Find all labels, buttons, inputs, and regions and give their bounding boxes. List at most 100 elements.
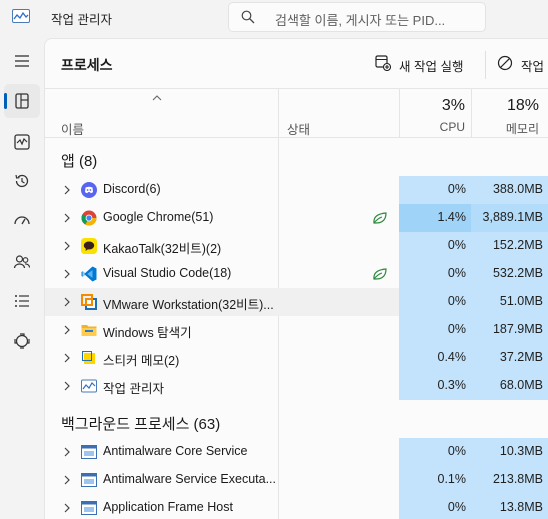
- process-row[interactable]: Windows 탐색기 0% 187.9MB: [45, 316, 548, 344]
- window-title: 작업 관리자: [51, 13, 112, 27]
- process-row[interactable]: 작업 관리자 0.3% 68.0MB: [45, 372, 548, 400]
- discord-icon: [81, 182, 97, 198]
- toolbar-separator: [485, 51, 486, 79]
- end-task-label: 작업: [521, 60, 545, 74]
- cpu-cell: 0%: [399, 260, 471, 288]
- process-row[interactable]: Discord(6) 0% 388.0MB: [45, 176, 548, 204]
- app-history-icon: [15, 174, 29, 188]
- navigation-pane: [0, 36, 44, 519]
- active-indicator: [4, 93, 7, 109]
- process-row[interactable]: Visual Studio Code(18) 0% 532.2MB: [45, 260, 548, 288]
- process-name: Antimalware Service Executa...: [103, 472, 276, 486]
- cpu-cell: 0%: [399, 494, 471, 519]
- group-header-background: 백그라운드 프로세스 (63): [61, 416, 221, 433]
- cpu-value: 0%: [447, 322, 466, 336]
- cpu-total-percent[interactable]: 3%: [399, 97, 465, 115]
- chevron-right-icon[interactable]: [63, 269, 71, 279]
- efficiency-mode-leaf-icon: [373, 268, 387, 280]
- cpu-cell: 0.4%: [399, 344, 471, 372]
- run-new-task-label: 새 작업 실행: [399, 60, 464, 74]
- title-bar: 작업 관리자 검색할 이름, 게시자 또는 PID...: [0, 0, 548, 36]
- cpu-cell: 0.3%: [399, 372, 471, 400]
- cpu-cell: 0%: [399, 316, 471, 344]
- chevron-right-icon[interactable]: [63, 241, 71, 251]
- nav-services[interactable]: [4, 324, 40, 358]
- memory-total-percent[interactable]: 18%: [471, 97, 539, 115]
- startup-apps-icon: [14, 216, 30, 225]
- cpu-cell: 0%: [399, 232, 471, 260]
- process-row[interactable]: KakaoTalk(32비트)(2) 0% 152.2MB: [45, 232, 548, 260]
- memory-value: 37.2MB: [499, 350, 543, 364]
- memory-value: 51.0MB: [499, 294, 543, 308]
- cpu-cell: 0.1%: [399, 466, 471, 494]
- memory-cell: 3,889.1MB: [471, 204, 548, 232]
- cpu-value: 0.1%: [437, 472, 467, 486]
- memory-value: 152.2MB: [492, 238, 543, 252]
- memory-cell: 532.2MB: [471, 260, 548, 288]
- end-task-button[interactable]: 작업: [497, 53, 548, 75]
- process-name: 작업 관리자: [103, 382, 164, 396]
- memory-value: 13.8MB: [499, 500, 543, 514]
- chevron-right-icon[interactable]: [63, 213, 71, 223]
- search-box[interactable]: 검색할 이름, 게시자 또는 PID...: [228, 2, 486, 32]
- folder-icon: [81, 325, 97, 336]
- chevron-right-icon[interactable]: [63, 381, 71, 391]
- task-manager-icon: [81, 379, 97, 393]
- sort-ascending-icon: [152, 95, 162, 101]
- nav-users[interactable]: [4, 245, 40, 279]
- menu-button[interactable]: [4, 44, 40, 78]
- process-name: VMware Workstation(32비트)...: [103, 298, 274, 312]
- memory-cell: 213.8MB: [471, 466, 548, 494]
- chevron-right-icon[interactable]: [63, 353, 71, 363]
- nav-details[interactable]: [4, 284, 40, 318]
- process-table: 이름 상태 3% CPU 18% 메모리 앱 (8) Discord(6) 0%…: [45, 88, 548, 519]
- memory-value: 68.0MB: [499, 378, 543, 392]
- memory-value: 3,889.1MB: [482, 210, 543, 224]
- column-header-cpu[interactable]: CPU: [399, 120, 465, 134]
- process-name: Visual Studio Code(18): [103, 266, 232, 280]
- task-manager-app-icon: [12, 9, 30, 23]
- process-row[interactable]: VMware Workstation(32비트)... 0% 51.0MB: [45, 288, 548, 316]
- process-row[interactable]: Antimalware Core Service 0% 10.3MB: [45, 438, 548, 466]
- chevron-right-icon[interactable]: [63, 447, 71, 457]
- memory-cell: 68.0MB: [471, 372, 548, 400]
- nav-app-history[interactable]: [4, 164, 40, 198]
- column-header-name[interactable]: 이름: [61, 119, 84, 138]
- chevron-right-icon[interactable]: [63, 325, 71, 335]
- group-header-apps: 앱 (8): [61, 153, 98, 170]
- chevron-right-icon[interactable]: [63, 297, 71, 307]
- chrome-icon: [81, 210, 97, 226]
- run-new-task-button[interactable]: 새 작업 실행: [375, 53, 479, 75]
- processes-icon: [15, 93, 29, 109]
- process-name: Discord(6): [103, 182, 161, 196]
- nav-processes[interactable]: [4, 84, 40, 118]
- chevron-right-icon[interactable]: [63, 475, 71, 485]
- memory-cell: 13.8MB: [471, 494, 548, 519]
- process-row[interactable]: 스티커 메모(2) 0.4% 37.2MB: [45, 344, 548, 372]
- sticky-notes-icon: [82, 351, 95, 364]
- process-name: KakaoTalk(32비트)(2): [103, 242, 222, 256]
- end-task-icon: [497, 55, 513, 71]
- kakaotalk-icon: [81, 238, 97, 254]
- process-row[interactable]: Application Frame Host 0% 13.8MB: [45, 494, 548, 519]
- column-header-status[interactable]: 상태: [287, 119, 310, 138]
- nav-startup-apps[interactable]: [4, 204, 40, 238]
- nav-performance[interactable]: [4, 125, 40, 159]
- process-row[interactable]: Google Chrome(51) 1.4% 3,889.1MB: [45, 204, 548, 232]
- process-name: Windows 탐색기: [103, 326, 192, 340]
- service-icon: [81, 501, 97, 515]
- process-row[interactable]: Antimalware Service Executa... 0.1% 213.…: [45, 466, 548, 494]
- column-header-memory[interactable]: 메모리: [471, 120, 539, 137]
- chevron-right-icon[interactable]: [63, 185, 71, 195]
- cpu-cell: 0%: [399, 176, 471, 204]
- cpu-cell: 0%: [399, 438, 471, 466]
- page-title: 프로세스: [61, 57, 113, 73]
- service-icon: [81, 473, 97, 487]
- service-icon: [81, 445, 97, 459]
- memory-value: 187.9MB: [492, 322, 543, 336]
- search-icon: [241, 10, 255, 24]
- cpu-value: 0%: [447, 444, 466, 458]
- performance-icon: [14, 134, 30, 150]
- chevron-right-icon[interactable]: [63, 503, 71, 513]
- details-icon: [15, 295, 29, 307]
